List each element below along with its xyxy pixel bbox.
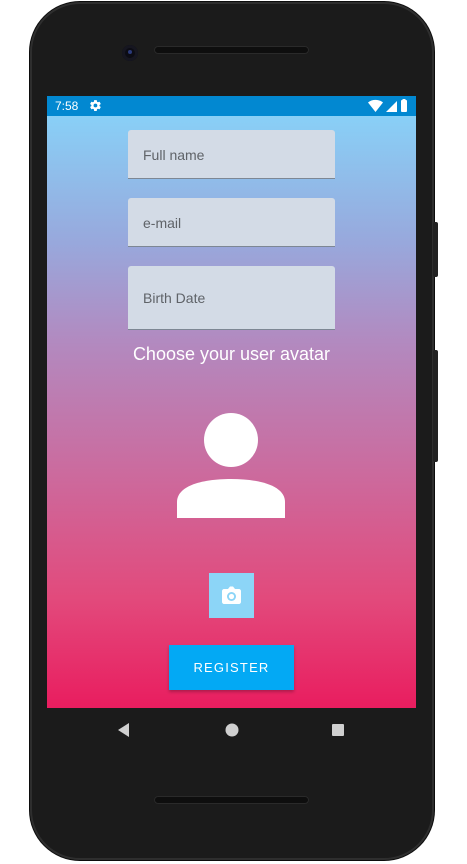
email-field[interactable]: e-mail bbox=[128, 198, 335, 247]
app-screen: 7:58 Full name e-mail Birth Date Choose … bbox=[47, 96, 416, 708]
status-icons bbox=[368, 99, 407, 112]
camera-button[interactable] bbox=[209, 573, 254, 618]
battery-icon bbox=[401, 99, 407, 112]
top-speaker bbox=[154, 46, 309, 54]
home-icon[interactable] bbox=[222, 720, 242, 740]
birth-date-field[interactable]: Birth Date bbox=[128, 266, 335, 330]
birth-date-placeholder: Birth Date bbox=[143, 290, 206, 306]
user-avatar-icon[interactable] bbox=[177, 411, 285, 519]
recents-icon[interactable] bbox=[328, 720, 348, 740]
back-icon[interactable] bbox=[114, 720, 134, 740]
wifi-icon bbox=[368, 99, 383, 112]
front-camera bbox=[122, 45, 138, 61]
status-bar: 7:58 bbox=[47, 96, 416, 116]
register-button[interactable]: REGISTER bbox=[169, 645, 294, 690]
bottom-speaker bbox=[154, 796, 309, 804]
signal-icon bbox=[386, 101, 397, 112]
full-name-placeholder: Full name bbox=[143, 147, 205, 163]
gear-icon bbox=[90, 100, 101, 111]
email-placeholder: e-mail bbox=[143, 215, 182, 231]
full-name-field[interactable]: Full name bbox=[128, 130, 335, 179]
status-time: 7:58 bbox=[55, 99, 79, 113]
volume-button bbox=[433, 350, 438, 462]
choose-avatar-label: Choose your user avatar bbox=[132, 344, 331, 364]
power-button bbox=[433, 222, 438, 277]
android-nav-bar bbox=[47, 708, 416, 752]
camera-icon bbox=[222, 586, 241, 604]
